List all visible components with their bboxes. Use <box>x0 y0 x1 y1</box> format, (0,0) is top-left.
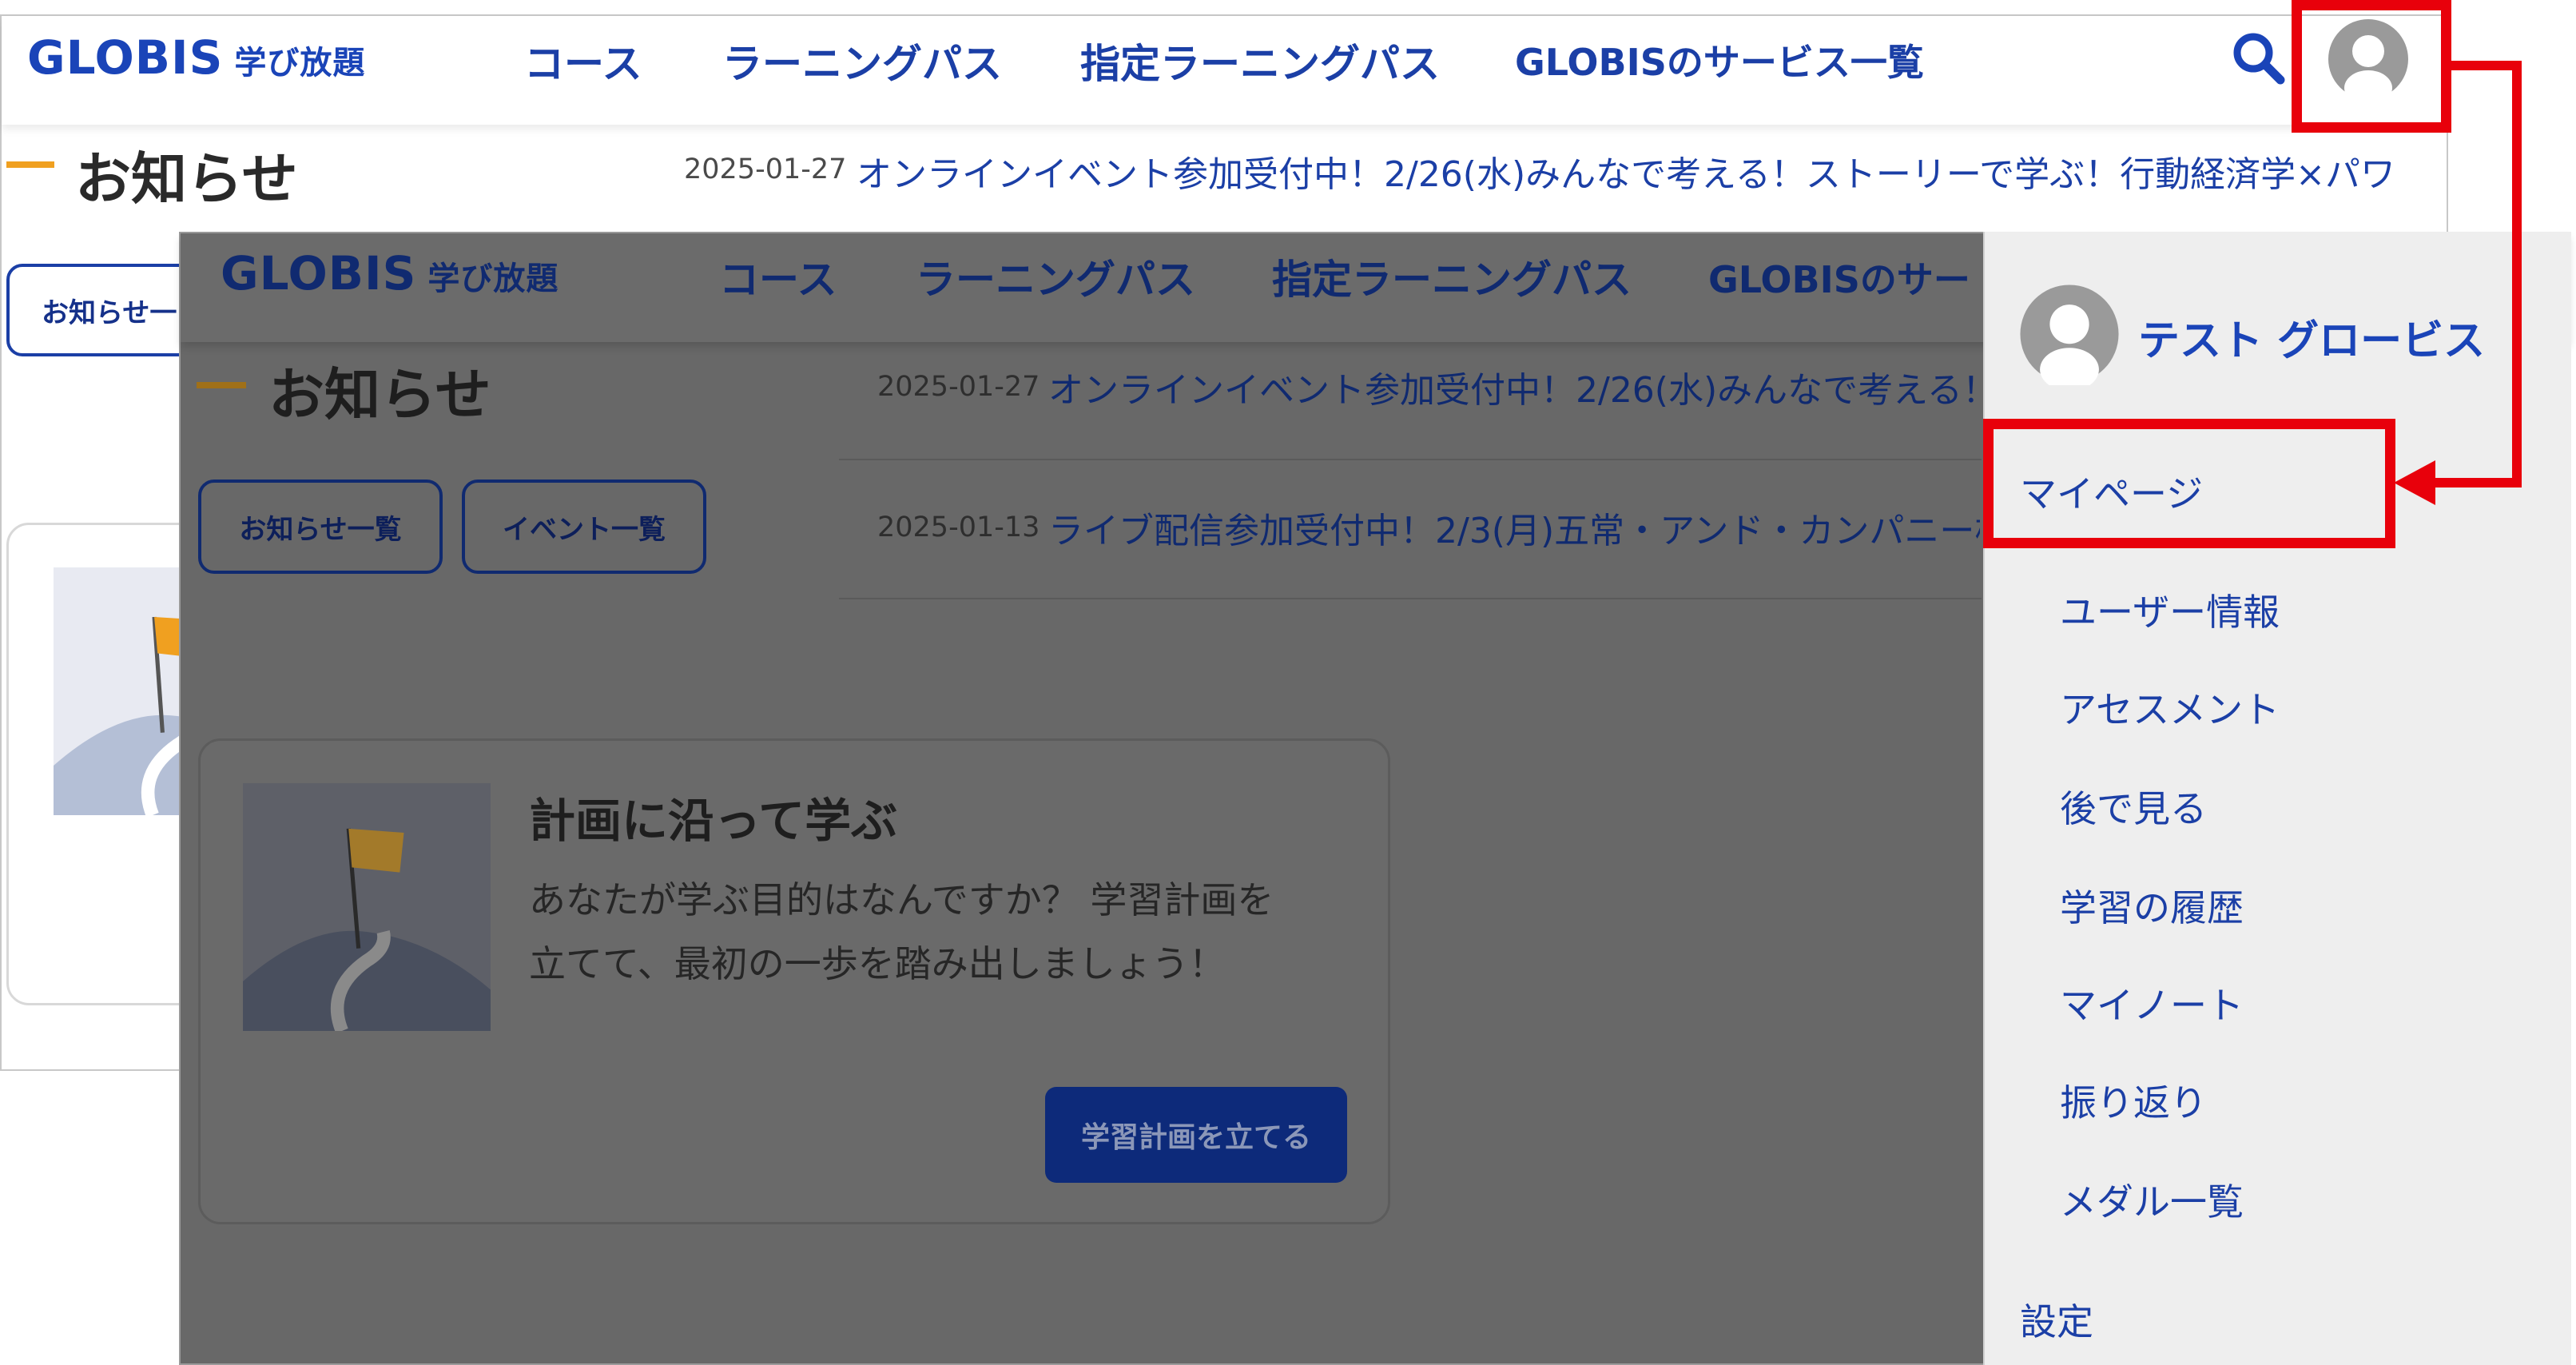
overlay-logo-text: GLOBIS <box>221 246 417 300</box>
menu-item-user-info[interactable]: ユーザー情報 <box>2060 583 2280 636</box>
menu-user-name: テスト グロービス <box>2138 317 2486 365</box>
create-plan-button[interactable]: 学習計画を立てる <box>1045 1087 1347 1183</box>
menu-item-watch-later[interactable]: 後で見る <box>2060 780 2207 833</box>
event-list-button[interactable]: イベント一覧 <box>462 480 706 574</box>
overlay-news-date-2: 2025-01-13 <box>877 511 1040 543</box>
overlay-logo-sub: 学び放題 <box>427 261 559 297</box>
menu-item-settings[interactable]: 設定 <box>2020 1293 2093 1346</box>
back-logo[interactable]: GLOBIS 学び放題 <box>27 30 365 85</box>
menu-item-reflection[interactable]: 振り返り <box>2060 1074 2207 1127</box>
logo-text: GLOBIS <box>27 30 224 85</box>
back-nav-designated-path[interactable]: 指定ラーニングパス <box>1080 32 1440 90</box>
overlay-notice-accent <box>197 382 246 388</box>
back-news-date: 2025-01-27 <box>684 153 847 185</box>
back-nav-services[interactable]: GLOBISのサービス一覧 <box>1515 34 1924 86</box>
plan-flag-image <box>243 783 491 1031</box>
back-notice-list-label: お知らせ一 <box>42 296 177 329</box>
menu-item-assessment[interactable]: アセスメント <box>2060 681 2280 734</box>
overlay-news-link-1[interactable]: オンラインイベント参加受付中！2/26(水)みんなで考える！ス <box>1048 361 1980 412</box>
overlay-news-divider-1 <box>839 459 1982 460</box>
overlay-news-link-2[interactable]: ライブ配信参加受付中！2/3(月)五常・アンド・カンパニー株 <box>1048 502 1980 553</box>
overlay-nav-designated-path[interactable]: 指定ラーニングパス <box>1272 248 1632 305</box>
back-nav-courses[interactable]: コース <box>524 32 642 90</box>
menu-item-medals[interactable]: メダル一覧 <box>2060 1173 2244 1226</box>
search-icon[interactable] <box>2229 29 2287 86</box>
menu-item-learning-history[interactable]: 学習の履歴 <box>2060 879 2244 932</box>
notice-list-label: お知らせ一覧 <box>239 513 402 546</box>
menu-avatar-icon <box>2020 285 2119 385</box>
overlay-nav-services[interactable]: GLOBISのサー <box>1708 251 1970 304</box>
overlay-notice-title: お知らせ <box>268 362 491 428</box>
back-nav-learning-path[interactable]: ラーニングパス <box>722 32 1002 90</box>
event-list-label: イベント一覧 <box>503 513 666 546</box>
plan-card-body-2: 立てて、最初の一歩を踏み出しましょう！ <box>529 942 1226 985</box>
back-notice-title: お知らせ <box>75 146 298 212</box>
overlay-logo[interactable]: GLOBIS 学び放題 <box>221 246 559 300</box>
notice-list-button[interactable]: お知らせ一覧 <box>198 480 443 574</box>
logo-sub-text: 学び放題 <box>234 45 366 82</box>
menu-item-my-notes[interactable]: マイノート <box>2060 977 2244 1029</box>
back-notice-accent <box>6 161 54 168</box>
overlay-news-date-1: 2025-01-27 <box>877 371 1040 403</box>
avatar-highlight-box <box>2292 0 2451 133</box>
create-plan-label: 学習計画を立てる <box>1080 1121 1311 1154</box>
back-news-link[interactable]: オンラインイベント参加受付中！2/26(水)みんなで考える！ストーリーで学ぶ！行… <box>857 145 2391 197</box>
overlay-nav-courses[interactable]: コース <box>719 248 837 305</box>
overlay-news-divider-2 <box>839 598 1982 599</box>
plan-card-body-1: あなたが学ぶ目的はなんですか？ 学習計画を <box>529 878 1274 921</box>
plan-card-title: 計画に沿って学ぶ <box>529 794 898 848</box>
overlay-nav-learning-path[interactable]: ラーニングパス <box>916 248 1195 305</box>
mypage-highlight-box <box>1983 419 2395 548</box>
